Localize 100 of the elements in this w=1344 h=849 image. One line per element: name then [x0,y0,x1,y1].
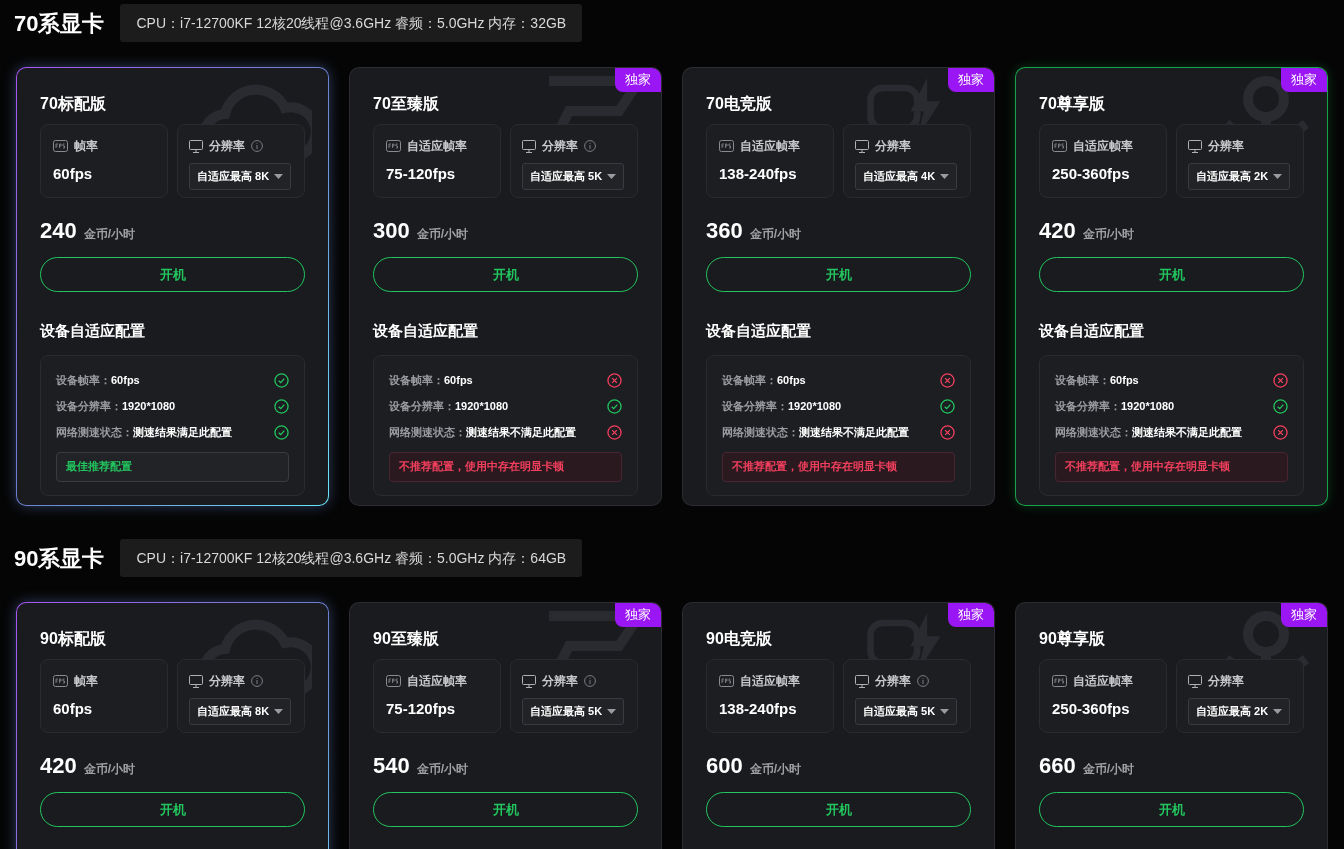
fps-icon [53,140,68,152]
resolution-dropdown[interactable]: 自适应最高 5K [855,698,958,725]
check-icon [607,399,622,414]
monitor-icon [1188,674,1202,688]
fps-icon [53,675,68,687]
config-title: 设备自适应配置 [706,321,812,341]
config-row-text: 设备分辨率：1920*1080 [1055,399,1175,415]
price: 540 [373,752,410,780]
cross-icon [940,373,955,388]
monitor-icon [1188,139,1202,153]
exclusive-badge: 独家 [615,68,661,92]
monitor-icon [189,674,203,688]
fps-label: 自适应帧率 [740,138,800,155]
config-row-text: 网络测速状态：测速结果满足此配置 [56,425,232,441]
config-row-text: 设备帧率：60fps [389,373,473,389]
plan-title: 90电竞版 [706,629,773,649]
resolution-label: 分辨率 [1208,138,1244,155]
exclusive-badge: 独家 [948,603,994,627]
exclusive-badge: 独家 [615,603,661,627]
resolution-label: 分辨率 [542,673,578,690]
price-unit: 金币/小时 [1082,226,1135,243]
plan-title: 70尊享版 [1039,94,1106,114]
fps-value: 75-120fps [386,164,457,184]
fps-value: 60fps [53,164,94,184]
config-row-text: 设备帧率：60fps [1055,373,1139,389]
verdict-note: 最佳推荐配置 [56,451,289,482]
resolution-dropdown[interactable]: 自适应最高 2K [1188,698,1291,725]
plan-title: 90至臻版 [373,629,440,649]
monitor-icon [189,139,203,153]
cross-icon [940,425,955,440]
caret-icon [607,708,617,715]
config-title: 设备自适应配置 [1039,321,1145,341]
resolution-label: 分辨率 [1208,673,1244,690]
price: 420 [40,752,77,780]
config-row-text: 网络测速状态：测速结果不满足此配置 [389,425,576,441]
resolution-dropdown[interactable]: 自适应最高 8K [189,698,292,725]
fps-icon [386,140,401,152]
price-unit: 金币/小时 [749,226,802,243]
cross-icon [607,373,622,388]
verdict-note: 不推荐配置，使用中存在明显卡顿 [722,451,955,482]
config-row-text: 设备分辨率：1920*1080 [56,399,176,415]
config-row-text: 设备帧率：60fps [56,373,140,389]
monitor-icon [855,139,869,153]
fps-icon [1052,675,1067,687]
check-icon [1273,399,1288,414]
config-title: 设备自适应配置 [373,321,479,341]
section-title: 70系显卡 [14,9,105,38]
fps-value: 75-120fps [386,699,457,719]
caret-icon [274,708,284,715]
resolution-label: 分辨率 [542,138,578,155]
price-unit: 金币/小时 [1082,761,1135,778]
config-row-text: 设备分辨率：1920*1080 [389,399,509,415]
cross-icon [1273,373,1288,388]
monitor-icon [522,674,536,688]
spec-banner: CPU：i7-12700KF 12核20线程@3.6GHz 睿频：5.0GHz 内存：32GB [120,4,583,42]
resolution-label: 分辨率 [209,673,245,690]
price-unit: 金币/小时 [749,761,802,778]
verdict-note: 不推荐配置，使用中存在明显卡顿 [389,451,622,482]
fps-icon [1052,140,1067,152]
section-title: 90系显卡 [14,544,105,573]
cross-icon [1273,425,1288,440]
fps-label: 帧率 [74,673,98,690]
resolution-dropdown[interactable]: 自适应最高 8K [189,163,292,190]
fps-label: 帧率 [74,138,98,155]
price: 360 [706,217,743,245]
price: 420 [1039,217,1076,245]
caret-icon [940,173,950,180]
resolution-dropdown[interactable]: 自适应最高 2K [1188,163,1291,190]
fps-label: 自适应帧率 [740,673,800,690]
cross-icon [607,425,622,440]
caret-icon [1273,173,1283,180]
price: 600 [706,752,743,780]
fps-label: 自适应帧率 [1073,673,1133,690]
resolution-dropdown[interactable]: 自适应最高 4K [855,163,958,190]
resolution-label: 分辨率 [875,138,911,155]
plan-title: 90尊享版 [1039,629,1106,649]
config-row-text: 网络测速状态：测速结果不满足此配置 [1055,425,1242,441]
resolution-dropdown[interactable]: 自适应最高 5K [522,698,625,725]
plan-title: 70至臻版 [373,94,440,114]
fps-label: 自适应帧率 [407,138,467,155]
caret-icon [940,708,950,715]
fps-value: 250-360fps [1052,164,1131,184]
exclusive-badge: 独家 [1281,603,1327,627]
fps-label: 自适应帧率 [1073,138,1133,155]
fps-value: 250-360fps [1052,699,1131,719]
price: 300 [373,217,410,245]
fps-icon [386,675,401,687]
fps-icon [719,140,734,152]
fps-icon [719,675,734,687]
caret-icon [1273,708,1283,715]
resolution-dropdown[interactable]: 自适应最高 5K [522,163,625,190]
monitor-icon [855,674,869,688]
config-row-text: 设备分辨率：1920*1080 [722,399,842,415]
caret-icon [607,173,617,180]
verdict-note: 不推荐配置，使用中存在明显卡顿 [1055,451,1288,482]
check-icon [274,425,289,440]
price: 240 [40,217,77,245]
price: 660 [1039,752,1076,780]
caret-icon [274,173,284,180]
plan-title: 90标配版 [40,629,107,649]
